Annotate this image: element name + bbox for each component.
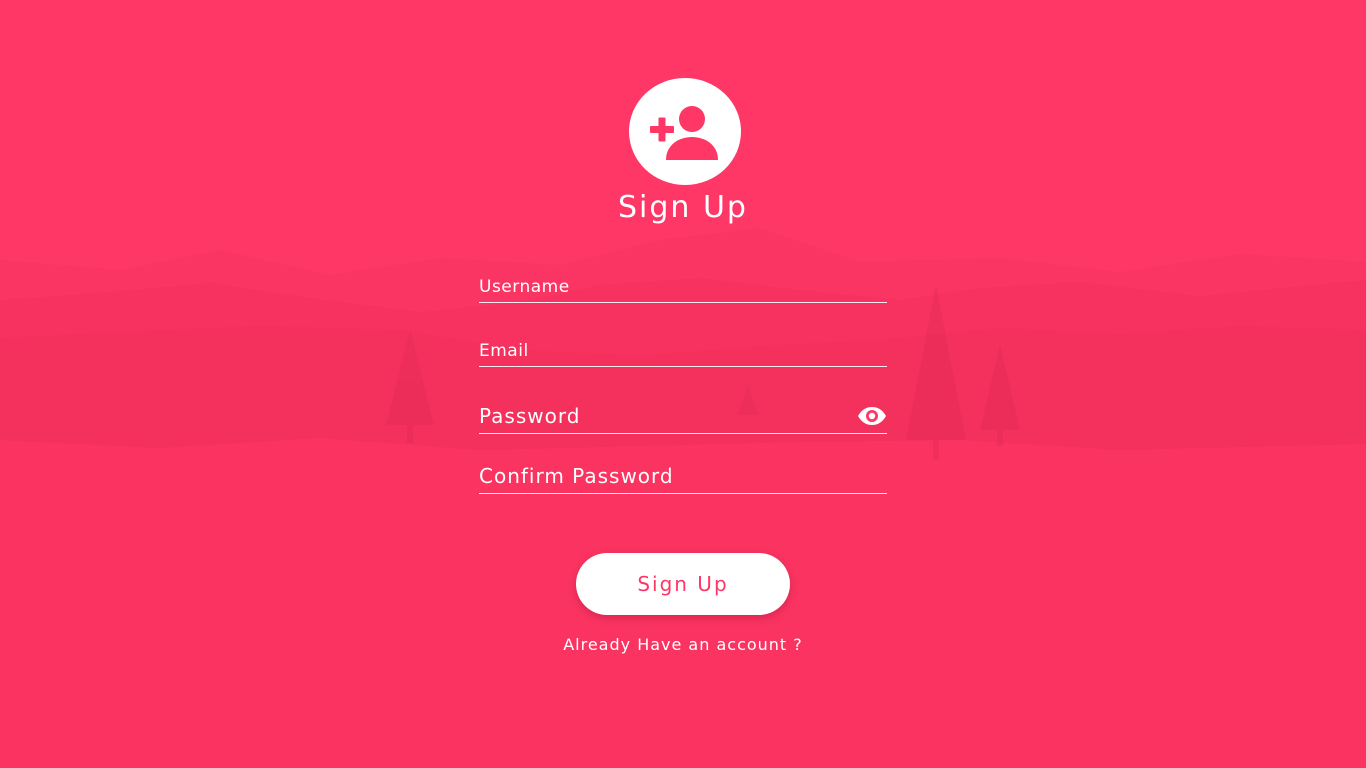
add-user-icon [650, 105, 718, 160]
sign-up-button[interactable]: Sign Up [576, 553, 790, 615]
email-field[interactable]: Email [479, 327, 887, 367]
username-placeholder: Username [479, 277, 570, 297]
password-placeholder: Password [479, 404, 581, 428]
confirm-password-field[interactable]: Confirm Password [479, 454, 887, 494]
email-placeholder: Email [479, 341, 529, 361]
login-link[interactable]: Already Have an account ? [533, 635, 833, 654]
username-field[interactable]: Username [479, 264, 887, 303]
page-title: Sign Up [618, 190, 748, 225]
password-field[interactable]: Password [479, 394, 887, 434]
eye-icon[interactable] [857, 406, 887, 426]
confirm-password-placeholder: Confirm Password [479, 464, 674, 488]
avatar [629, 78, 741, 185]
